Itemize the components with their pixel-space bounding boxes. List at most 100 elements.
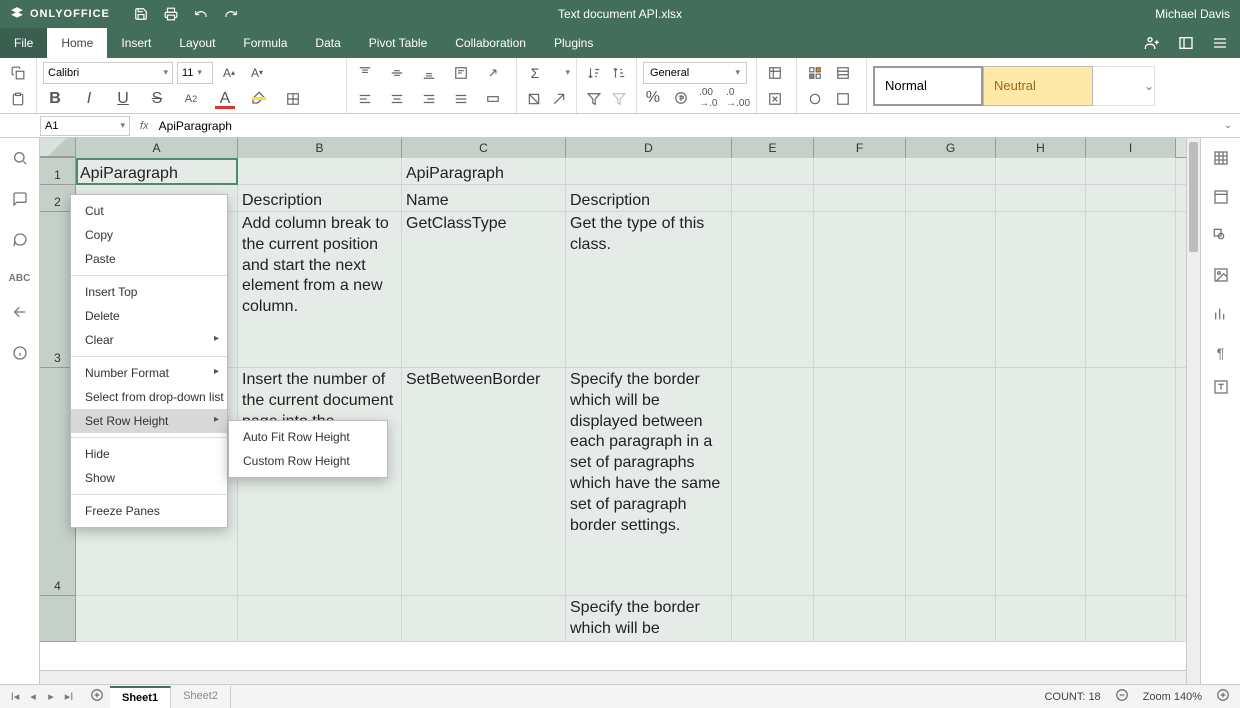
font-size-select[interactable]: 11▾ [177, 62, 213, 84]
menu-pivot-table[interactable]: Pivot Table [355, 28, 441, 58]
accounting-icon[interactable] [671, 86, 691, 110]
cell[interactable] [402, 596, 566, 642]
chart-settings-icon[interactable] [1213, 306, 1229, 327]
cell[interactable] [732, 185, 814, 212]
cell[interactable] [814, 212, 906, 368]
sort-asc-icon[interactable] [583, 61, 605, 85]
col-header-C[interactable]: C [402, 138, 566, 158]
zoom-level[interactable]: Zoom 140% [1143, 691, 1202, 703]
bold-icon[interactable]: B [43, 87, 67, 111]
align-bottom-icon[interactable] [417, 61, 441, 85]
sort-desc-icon[interactable] [609, 61, 631, 85]
vertical-scrollbar[interactable] [1186, 138, 1200, 684]
font-color-icon[interactable]: A [213, 87, 237, 111]
cell[interactable] [996, 185, 1086, 212]
col-header-I[interactable]: I [1086, 138, 1176, 158]
first-sheet-icon[interactable]: I◂ [6, 690, 24, 703]
textart-settings-icon[interactable] [1213, 379, 1229, 400]
select-all-corner[interactable] [40, 138, 76, 157]
ctx-delete[interactable]: Delete [71, 304, 227, 328]
image-settings-icon[interactable] [1213, 267, 1229, 288]
percent-icon[interactable]: % [643, 86, 663, 110]
menu-plugins[interactable]: Plugins [540, 28, 607, 58]
filter-icon[interactable] [583, 87, 605, 111]
cell[interactable]: Name [402, 185, 566, 212]
copy-icon[interactable] [6, 61, 30, 85]
menu-home[interactable]: Home [47, 28, 107, 58]
ctx-select-from-drop-down-list[interactable]: Select from drop-down list [71, 385, 227, 409]
justify-icon[interactable] [449, 87, 473, 111]
conditional-format-icon[interactable] [803, 61, 827, 85]
ctx-copy[interactable]: Copy [71, 223, 227, 247]
fx-icon[interactable]: fx [134, 120, 155, 132]
sum-icon[interactable]: Σ [523, 61, 547, 85]
menu-insert[interactable]: Insert [107, 28, 165, 58]
cell[interactable] [996, 596, 1086, 642]
feedback-icon[interactable] [12, 304, 28, 325]
sheet-tab-sheet1[interactable]: Sheet1 [110, 686, 171, 708]
align-right-icon[interactable] [417, 87, 441, 111]
strikethrough-icon[interactable]: S [145, 87, 169, 111]
add-sheet-icon[interactable] [90, 688, 104, 705]
cell[interactable] [906, 368, 996, 596]
cell-styles-more-icon[interactable]: ⌄ [1093, 66, 1155, 106]
cell[interactable]: Get the type of this class. [566, 212, 732, 368]
col-header-G[interactable]: G [906, 138, 996, 158]
sheet-tab-sheet2[interactable]: Sheet2 [171, 686, 231, 708]
menu-layout[interactable]: Layout [165, 28, 229, 58]
merge-icon[interactable] [481, 87, 505, 111]
borders-icon[interactable] [281, 87, 305, 111]
cell[interactable] [1086, 185, 1176, 212]
last-sheet-icon[interactable]: ▸I [60, 690, 78, 703]
search-icon[interactable] [12, 150, 28, 171]
redo-icon[interactable] [224, 7, 238, 21]
cell[interactable] [1086, 212, 1176, 368]
font-name-select[interactable]: Calibri▾ [43, 62, 173, 84]
formula-input[interactable]: ApiParagraph [155, 116, 1216, 136]
cell[interactable]: ApiParagraph [402, 158, 566, 185]
cell[interactable] [996, 212, 1086, 368]
ctx-cut[interactable]: Cut [71, 199, 227, 223]
align-left-icon[interactable] [353, 87, 377, 111]
comments-icon[interactable] [12, 191, 28, 212]
align-middle-icon[interactable] [385, 61, 409, 85]
open-location-icon[interactable] [1178, 35, 1194, 51]
cell[interactable]: Specify the border which will be display… [566, 368, 732, 596]
cell[interactable]: Add column break to the current position… [238, 212, 402, 368]
cell[interactable]: GetClassType [402, 212, 566, 368]
cell[interactable] [76, 596, 238, 642]
cell[interactable] [1086, 368, 1176, 596]
table-settings-icon[interactable] [1213, 189, 1229, 210]
paragraph-settings-icon[interactable]: ¶ [1217, 345, 1225, 361]
cell[interactable] [906, 596, 996, 642]
increase-decimal-icon[interactable]: .0→.00 [726, 86, 750, 110]
hamburger-icon[interactable] [1212, 35, 1228, 51]
zoom-in-icon[interactable] [1216, 688, 1230, 705]
cell[interactable] [238, 158, 402, 185]
italic-icon[interactable]: I [77, 87, 101, 111]
ctx-show[interactable]: Show [71, 466, 227, 490]
insert-cells-icon[interactable] [763, 61, 787, 85]
ctx-freeze-panes[interactable]: Freeze Panes [71, 499, 227, 523]
col-header-F[interactable]: F [814, 138, 906, 158]
menu-formula[interactable]: Formula [229, 28, 301, 58]
ctx-clear[interactable]: Clear [71, 328, 227, 352]
share-icon[interactable] [1144, 35, 1160, 51]
ctx-sub-custom-row-height[interactable]: Custom Row Height [229, 449, 387, 473]
col-header-H[interactable]: H [996, 138, 1086, 158]
cell[interactable] [814, 368, 906, 596]
ctx-sub-auto-fit-row-height[interactable]: Auto Fit Row Height [229, 425, 387, 449]
clear-filter-icon[interactable] [609, 87, 631, 111]
align-top-icon[interactable] [353, 61, 377, 85]
increase-font-icon[interactable]: A▴ [217, 61, 241, 85]
cell[interactable] [906, 185, 996, 212]
horizontal-scrollbar[interactable] [40, 670, 1186, 684]
menu-data[interactable]: Data [301, 28, 354, 58]
col-header-B[interactable]: B [238, 138, 402, 158]
cell[interactable]: Specify the border which will be [566, 596, 732, 642]
cell[interactable]: Insert the number of the current documen… [238, 368, 402, 596]
number-format-select[interactable]: General▾ [643, 62, 747, 84]
col-header-D[interactable]: D [566, 138, 732, 158]
cell[interactable] [732, 212, 814, 368]
cell[interactable]: SetBetweenBorder [402, 368, 566, 596]
